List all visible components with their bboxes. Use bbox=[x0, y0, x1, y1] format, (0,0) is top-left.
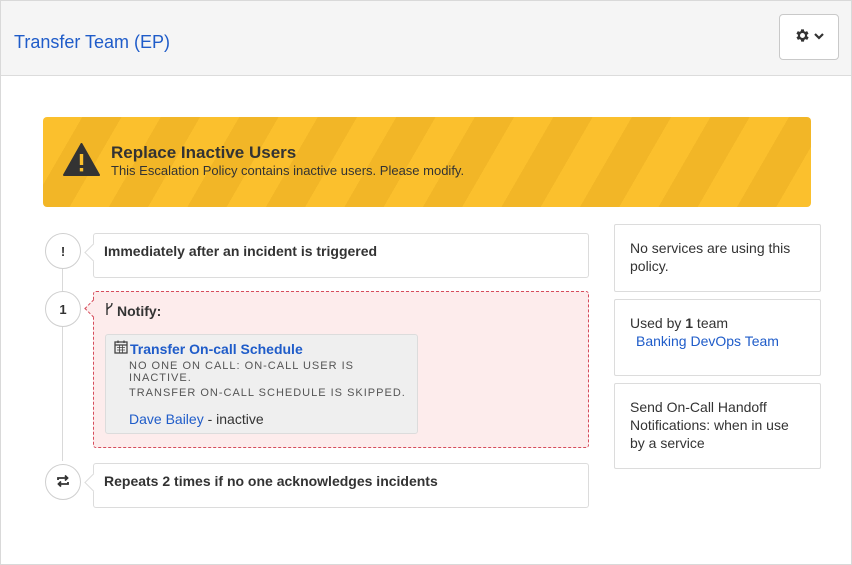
panel-header: Transfer Team (EP) bbox=[1, 1, 851, 76]
trigger-step: Immediately after an incident is trigger… bbox=[93, 233, 589, 278]
handoff-text: Send On-Call Handoff Notifications: when… bbox=[630, 399, 789, 451]
branch-icon bbox=[104, 302, 115, 319]
banner-message: This Escalation Policy contains inactive… bbox=[111, 163, 465, 178]
used-by-line: Used by 1 team bbox=[630, 314, 805, 332]
on-call-note: NO ONE ON CALL: ON-CALL USER IS INACTIVE… bbox=[129, 360, 354, 384]
trigger-step-text: Immediately after an incident is trigger… bbox=[104, 243, 378, 259]
team-link[interactable]: Banking DevOps Team bbox=[630, 332, 805, 350]
user-status: - inactive bbox=[203, 411, 264, 427]
schedule-link[interactable]: Transfer On-call Schedule bbox=[114, 340, 303, 357]
calendar-icon bbox=[114, 340, 128, 357]
gear-icon bbox=[794, 27, 811, 47]
repeat-step-text: Repeats 2 times if no one acknowledges i… bbox=[104, 473, 438, 489]
escalation-policy-panel: Transfer Team (EP) Replace Inactive User… bbox=[0, 0, 852, 565]
page-title[interactable]: Transfer Team (EP) bbox=[14, 32, 170, 53]
escalation-rule: Notify: Transfer On-call Schedule NO ONE… bbox=[93, 291, 589, 448]
chevron-down-icon bbox=[813, 29, 825, 45]
on-call-user: Dave Bailey - inactive bbox=[129, 411, 264, 427]
used-by-count: 1 bbox=[685, 315, 694, 331]
exclamation-icon: ! bbox=[60, 243, 66, 259]
banner-title: Replace Inactive Users bbox=[111, 143, 297, 162]
settings-menu-button[interactable] bbox=[779, 14, 839, 60]
user-link[interactable]: Dave Bailey bbox=[129, 411, 204, 427]
services-card: No services are using this policy. bbox=[614, 224, 821, 292]
schedule-name[interactable]: Transfer On-call Schedule bbox=[130, 341, 303, 357]
repeat-icon bbox=[55, 474, 71, 491]
used-by-suffix: team bbox=[693, 315, 729, 331]
warning-icon bbox=[63, 143, 100, 179]
handoff-card: Send On-Call Handoff Notifications: when… bbox=[614, 383, 821, 469]
used-by-prefix: Used by bbox=[630, 315, 686, 331]
rule-number: 1 bbox=[59, 301, 67, 317]
skipped-note: TRANSFER ON-CALL SCHEDULE IS SKIPPED. bbox=[129, 387, 406, 399]
notify-label: Notify: bbox=[117, 302, 162, 319]
repeat-step-marker bbox=[45, 464, 81, 500]
rule-number-marker: 1 bbox=[45, 291, 81, 327]
trigger-step-marker: ! bbox=[45, 233, 81, 269]
teams-card: Used by 1 team Banking DevOps Team bbox=[614, 299, 821, 376]
services-text: No services are using this policy. bbox=[630, 240, 791, 274]
inactive-users-banner: Replace Inactive Users This Escalation P… bbox=[43, 117, 811, 207]
repeat-step: Repeats 2 times if no one acknowledges i… bbox=[93, 463, 589, 508]
schedule-target-card: Transfer On-call Schedule NO ONE ON CALL… bbox=[105, 334, 418, 434]
notify-heading: Notify: bbox=[104, 302, 161, 319]
